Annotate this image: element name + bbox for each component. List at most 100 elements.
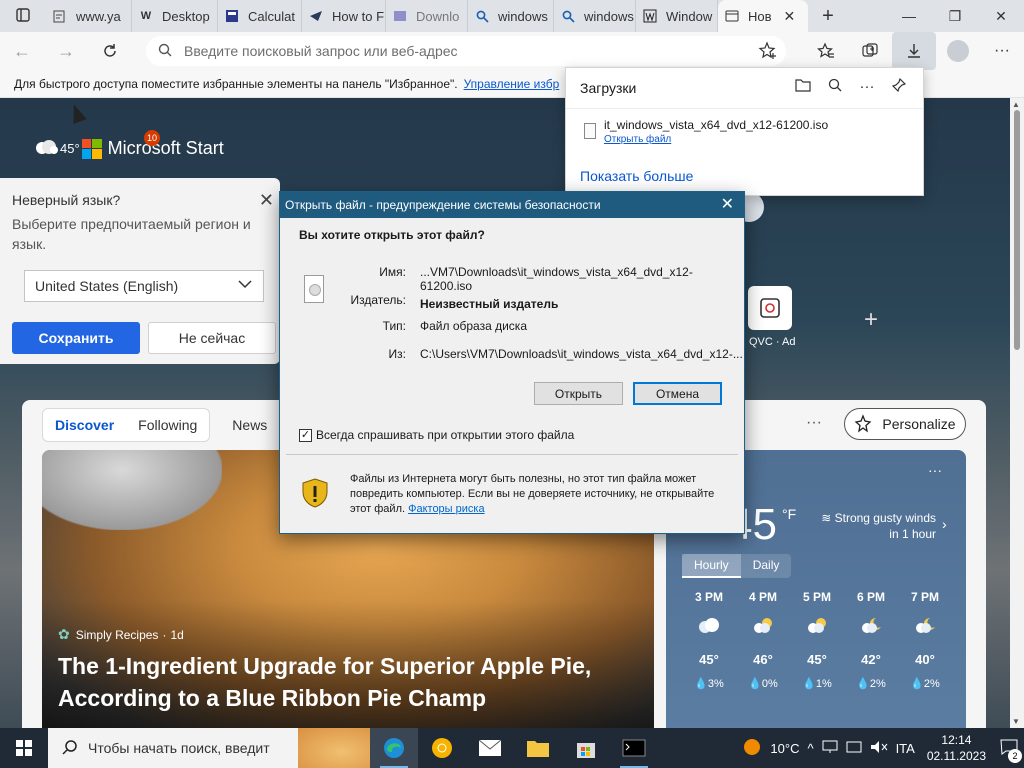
tab-window-wiki[interactable]: Window — [636, 0, 718, 32]
risk-factors-link[interactable]: Факторы риска — [408, 503, 484, 515]
always-ask-label: Всегда спрашивать при открытии этого фай… — [316, 428, 575, 442]
chevron-right-icon[interactable]: › — [942, 516, 947, 532]
forecast-toggle: Hourly Daily — [682, 554, 792, 578]
system-tray: 10°C ^ ITA 12:14 02.11.2023 2 — [738, 728, 1024, 768]
save-button[interactable]: Сохранить — [12, 322, 140, 354]
wikipedia-icon: W — [140, 10, 152, 22]
region-select[interactable]: United States (English) — [24, 270, 264, 302]
tab-desktop[interactable]: W Desktop — [132, 0, 218, 32]
weather-more-icon[interactable]: ··· — [928, 462, 942, 478]
tab-title: www.ya — [76, 8, 121, 24]
add-quick-link-icon[interactable]: + — [864, 306, 878, 334]
feed-more-icon[interactable]: ··· — [806, 414, 822, 432]
add-favorite-icon[interactable] — [758, 41, 778, 64]
scroll-down-icon[interactable]: ▼ — [1012, 717, 1020, 726]
forward-button[interactable]: → — [44, 32, 88, 70]
personalize-button[interactable]: Personalize — [844, 408, 966, 440]
close-window-button[interactable]: ✕ — [978, 0, 1024, 32]
search-icon[interactable] — [819, 78, 851, 96]
close-icon[interactable]: ✕ — [259, 190, 274, 211]
manage-favorites-link[interactable]: Управление избр — [464, 77, 560, 91]
tab-actions-button[interactable] — [0, 0, 46, 32]
file-explorer-taskbar-icon[interactable] — [514, 728, 562, 768]
search-icon — [62, 739, 78, 758]
tab-following[interactable]: Following — [126, 417, 209, 433]
favorites-icon[interactable] — [804, 32, 848, 70]
open-button[interactable]: Открыть — [534, 382, 623, 405]
close-dialog-icon[interactable]: ✕ — [721, 194, 734, 214]
tab-hourly[interactable]: Hourly — [682, 554, 741, 578]
tab-windows-search-1[interactable]: windows — [468, 0, 554, 32]
personalize-label: Personalize — [882, 416, 956, 432]
collections-icon[interactable] — [848, 32, 892, 70]
newtab-icon — [724, 8, 740, 24]
tab-title: windows — [584, 8, 634, 24]
tab-calculator[interactable]: Calculat — [218, 0, 302, 32]
wind-alert[interactable]: ≋ Strong gusty winds in 1 hour — [816, 510, 936, 542]
cancel-button[interactable]: Отмена — [633, 382, 722, 405]
mail-taskbar-icon[interactable] — [466, 728, 514, 768]
refresh-button[interactable] — [88, 32, 132, 70]
checkbox-checked-icon[interactable]: ✓ — [299, 428, 312, 442]
not-now-button[interactable]: Не сейчас — [148, 322, 276, 354]
terminal-taskbar-icon[interactable] — [610, 728, 658, 768]
more-menu-icon[interactable]: ··· — [980, 32, 1024, 70]
volume-mute-icon[interactable] — [866, 740, 892, 757]
start-button[interactable] — [0, 728, 48, 768]
chevron-up-icon[interactable]: ^ — [803, 741, 817, 756]
clock[interactable]: 12:14 02.11.2023 — [919, 732, 994, 764]
always-ask-checkbox[interactable]: ✓ Всегда спрашивать при открытии этого ф… — [299, 428, 574, 442]
source-logo-icon: ✿ — [58, 626, 70, 642]
address-bar[interactable]: Введите поисковый запрос или веб-адрес — [146, 36, 786, 66]
tab-download-site[interactable]: Downlo — [386, 0, 468, 32]
from-row: Из: — [388, 347, 406, 361]
store-taskbar-icon[interactable] — [562, 728, 610, 768]
tab-windows-search-2[interactable]: windows — [554, 0, 636, 32]
pin-icon[interactable] — [883, 77, 915, 96]
article-source[interactable]: ✿ Simply Recipes · 1d — [58, 626, 184, 643]
network-icon[interactable] — [818, 740, 842, 757]
show-more-link[interactable]: Показать больше — [580, 168, 693, 184]
header-temperature[interactable]: 45° — [60, 141, 80, 156]
restore-button[interactable]: ❐ — [932, 0, 978, 32]
feed-tab-group: Discover Following — [42, 408, 211, 442]
tab-daily[interactable]: Daily — [741, 554, 792, 578]
quick-link-qvc[interactable] — [748, 286, 792, 330]
edge-taskbar-icon[interactable] — [370, 728, 418, 768]
download-filename[interactable]: it_windows_vista_x64_dvd_x12-61200.iso — [604, 118, 828, 132]
tab-newtab[interactable]: Нов ✕ — [718, 0, 808, 32]
display-icon[interactable] — [842, 740, 866, 757]
tab-news[interactable]: News — [220, 417, 279, 433]
dialog-titlebar[interactable]: Открыть файл - предупреждение системы бе… — [280, 192, 744, 218]
calculator-site-icon — [224, 8, 240, 24]
open-file-link[interactable]: Открыть файл — [604, 134, 671, 145]
more-options-icon[interactable]: ··· — [851, 78, 883, 96]
minimize-button[interactable]: — — [886, 0, 932, 32]
notification-center-icon[interactable]: 2 — [994, 739, 1024, 763]
chrome-taskbar-icon[interactable] — [418, 728, 466, 768]
scroll-up-icon[interactable]: ▲ — [1012, 100, 1020, 109]
tray-temperature[interactable]: 10°C — [766, 741, 803, 756]
back-button[interactable]: ← — [0, 32, 44, 70]
page-scrollbar[interactable]: ▲ ▼ — [1010, 98, 1024, 728]
tab-howto[interactable]: How to F — [302, 0, 386, 32]
input-language[interactable]: ITA — [892, 741, 919, 756]
open-folder-icon[interactable] — [787, 78, 819, 96]
downloads-icon[interactable] — [892, 32, 936, 70]
profile-avatar[interactable] — [947, 40, 969, 62]
close-tab-icon[interactable]: ✕ — [784, 8, 796, 25]
taskbar-search-box[interactable]: Чтобы начать поиск, введит — [48, 728, 370, 768]
droplet-icon: 💧 — [856, 678, 870, 690]
weather-unit: °F — [782, 506, 797, 522]
ms-start-header: 45° Microsoft Start — [34, 138, 224, 159]
brand-name[interactable]: Microsoft Start — [108, 138, 224, 159]
hourly-forecast: 3 PM 45° 💧3% 4 PM 46° 💧0% 5 PM 45° 💧1% 6… — [682, 590, 952, 690]
scrollbar-thumb[interactable] — [1014, 110, 1020, 350]
cloud-icon[interactable] — [34, 138, 58, 159]
tab-discover[interactable]: Discover — [43, 417, 126, 433]
tab-yandex[interactable]: www.ya — [46, 0, 132, 32]
new-tab-button[interactable]: + — [808, 5, 848, 28]
notification-badge[interactable]: 10 — [144, 130, 160, 146]
article-headline[interactable]: The 1-Ingredient Upgrade for Superior Ap… — [58, 650, 638, 714]
weather-tray-icon[interactable] — [738, 737, 766, 760]
